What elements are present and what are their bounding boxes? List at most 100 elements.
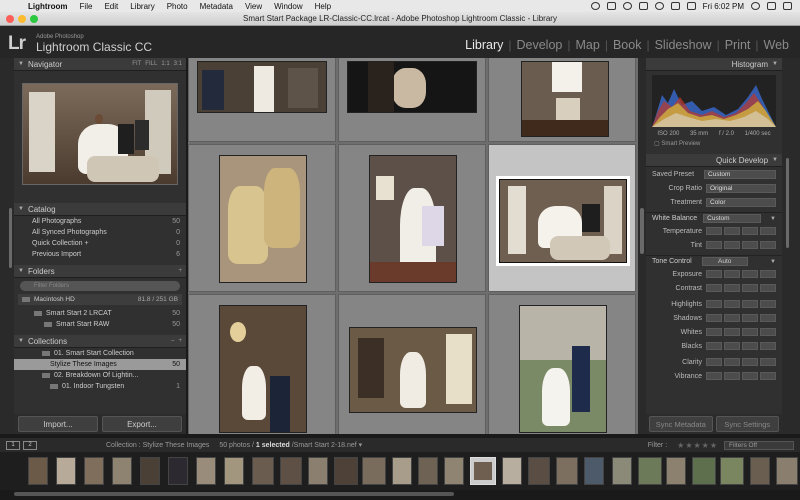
temperature-stepper[interactable] — [706, 227, 776, 235]
smart-preview-status[interactable]: ▢ Smart Preview — [646, 137, 782, 150]
grid-cell-selected[interactable] — [488, 144, 636, 292]
collection-set[interactable]: 01. Smart Start Collection — [14, 348, 186, 359]
film-thumb[interactable] — [84, 457, 104, 485]
module-slideshow[interactable]: Slideshow — [650, 38, 717, 52]
folder-search-input[interactable]: Filter Folders — [20, 281, 180, 291]
highlights-stepper[interactable] — [706, 300, 776, 308]
vibrance-stepper[interactable] — [706, 372, 776, 380]
grid-cell[interactable] — [188, 58, 336, 142]
second-window-button[interactable]: 2 — [23, 440, 37, 450]
exposure-stepper[interactable] — [706, 270, 776, 278]
film-thumb[interactable] — [584, 457, 604, 485]
sync-settings-button[interactable]: Sync Settings — [715, 416, 779, 432]
battery-icon[interactable] — [686, 2, 696, 10]
tint-stepper[interactable] — [706, 241, 776, 249]
film-thumb[interactable] — [720, 457, 744, 485]
zoom-window-button[interactable] — [30, 15, 38, 23]
zoom-fit[interactable]: FIT — [132, 61, 141, 67]
grid-cell[interactable] — [338, 58, 486, 142]
collection-stylize[interactable]: Stylize These Images 50 — [14, 359, 186, 370]
grid-cell[interactable] — [488, 58, 636, 142]
menu-library[interactable]: Library — [124, 2, 160, 11]
folders-header[interactable]: ▼ Folders + — [14, 265, 186, 278]
film-thumb[interactable] — [528, 457, 550, 485]
volume-macintosh-hd[interactable]: Macintosh HD 81.8 / 251 GB — [18, 294, 182, 305]
film-thumb[interactable] — [224, 457, 244, 485]
blacks-stepper[interactable] — [706, 342, 776, 350]
film-thumb-selected[interactable] — [470, 457, 496, 485]
search-icon[interactable] — [751, 2, 760, 10]
sync-metadata-button[interactable]: Sync Metadata — [649, 416, 713, 432]
grid-cell[interactable] — [338, 144, 486, 292]
dropbox-icon[interactable] — [606, 2, 616, 10]
menu-help[interactable]: Help — [309, 2, 337, 11]
whites-stepper[interactable] — [706, 328, 776, 336]
saved-preset-select[interactable]: Custom — [704, 169, 776, 179]
film-thumb[interactable] — [196, 457, 216, 485]
export-button[interactable]: Export... — [102, 416, 182, 432]
volume-icon[interactable] — [670, 2, 680, 10]
white-balance-header[interactable]: White Balance Custom ▼ — [646, 212, 782, 224]
creative-cloud-icon[interactable] — [590, 2, 600, 10]
film-thumb[interactable] — [308, 457, 328, 485]
collections-header[interactable]: ▼ Collections – + — [14, 335, 186, 348]
module-library[interactable]: Library — [460, 38, 508, 52]
menu-view[interactable]: View — [239, 2, 268, 11]
film-thumb[interactable] — [556, 457, 578, 485]
film-thumb[interactable] — [112, 457, 132, 485]
minimize-window-button[interactable] — [18, 15, 26, 23]
treatment-select[interactable]: Color — [706, 197, 776, 207]
siri-icon[interactable] — [767, 2, 776, 10]
right-panel-scrollbar[interactable] — [786, 158, 789, 248]
shadows-stepper[interactable] — [706, 314, 776, 322]
menu-edit[interactable]: Edit — [98, 2, 124, 11]
grid-cell[interactable] — [188, 294, 336, 434]
zoom-3-1[interactable]: 3:1 — [174, 61, 182, 67]
film-thumb[interactable] — [140, 457, 160, 485]
timemachine-icon[interactable] — [622, 2, 632, 10]
film-thumb[interactable] — [444, 457, 464, 485]
menu-file[interactable]: File — [74, 2, 99, 11]
menu-lightroom[interactable]: Lightroom — [22, 2, 74, 11]
contrast-stepper[interactable] — [706, 284, 776, 292]
notification-center-icon[interactable] — [783, 2, 792, 10]
film-thumb[interactable] — [502, 457, 522, 485]
source-path[interactable]: Collection : Stylize These Images 50 pho… — [106, 441, 362, 449]
module-map[interactable]: Map — [571, 38, 605, 52]
catalog-all-synced[interactable]: All Synced Photographs 0 — [14, 227, 186, 238]
close-window-button[interactable] — [6, 15, 14, 23]
film-thumb[interactable] — [28, 457, 48, 485]
collection-set[interactable]: 01. Indoor Tungsten 1 — [14, 381, 186, 392]
module-print[interactable]: Print — [720, 38, 756, 52]
rating-filter-stars[interactable]: ★★★★★ — [677, 441, 718, 450]
menu-photo[interactable]: Photo — [161, 2, 194, 11]
film-thumb[interactable] — [56, 457, 76, 485]
grid-cell[interactable] — [488, 294, 636, 434]
film-thumb[interactable] — [638, 457, 662, 485]
auto-tone-button[interactable]: Auto — [701, 257, 748, 266]
catalog-quick-collection[interactable]: Quick Collection +0 — [14, 238, 186, 249]
film-thumb[interactable] — [776, 457, 798, 485]
import-button[interactable]: Import... — [18, 416, 98, 432]
collection-set[interactable]: 02. Breakdown Of Lightin... — [14, 370, 186, 381]
grid-cell[interactable] — [338, 294, 486, 434]
menu-window[interactable]: Window — [268, 2, 308, 11]
crop-ratio-select[interactable]: Original — [706, 183, 776, 193]
collapse-collections-icon[interactable]: – — [171, 338, 174, 344]
clarity-stepper[interactable] — [706, 358, 776, 366]
navigator-header[interactable]: ▼ Navigator FIT FILL 1:1 3:1 — [14, 58, 186, 71]
tone-control-header[interactable]: Tone Control Auto ▼ — [646, 255, 782, 267]
folder-item[interactable]: Smart Start 2 LRCAT 50 — [14, 308, 186, 319]
white-balance-select[interactable]: Custom — [703, 214, 762, 223]
zoom-1-1[interactable]: 1:1 — [161, 61, 169, 67]
film-thumb[interactable] — [418, 457, 438, 485]
add-collection-icon[interactable]: + — [178, 338, 182, 344]
film-thumb[interactable] — [612, 457, 632, 485]
left-panel-scrollbar[interactable] — [9, 208, 12, 268]
film-thumb[interactable] — [168, 457, 188, 485]
film-thumb[interactable] — [392, 457, 412, 485]
film-thumb[interactable] — [666, 457, 686, 485]
main-window-button[interactable]: 1 — [6, 440, 20, 450]
catalog-all-photographs[interactable]: All Photographs 50 — [14, 216, 186, 227]
film-thumb[interactable] — [750, 457, 770, 485]
